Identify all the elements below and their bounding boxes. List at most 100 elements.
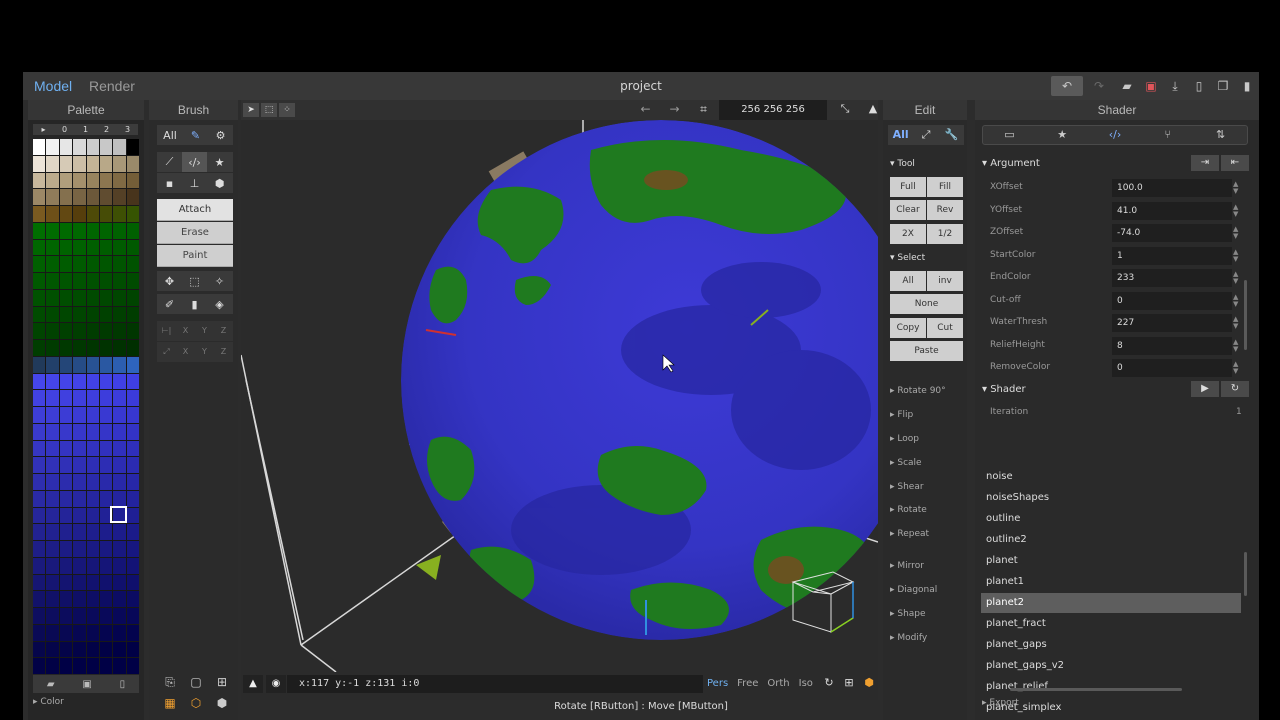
palette-swatch[interactable] [126,557,139,574]
palette-swatch[interactable] [113,608,126,624]
palette-swatch[interactable] [73,273,86,289]
palette-swatch[interactable] [99,608,113,624]
shrink-icon[interactable]: ⤡ [831,102,859,116]
palette-swatch[interactable] [113,490,126,507]
palette-swatch[interactable] [59,407,73,423]
palette-swatch[interactable] [59,490,73,507]
palette-swatch[interactable] [46,340,59,356]
palette-swatch[interactable] [33,139,46,155]
palette-swatch[interactable] [126,323,139,339]
magic-wand-icon[interactable]: ✧ [207,271,232,291]
palette-swatch[interactable] [86,273,99,289]
export-layer-icon[interactable]: ⎘ [157,675,183,690]
argument-section-toggle[interactable]: ▾ Argument [982,158,1040,169]
palette-swatch[interactable] [46,206,59,222]
palette-swatch[interactable] [46,155,59,172]
cube-icon[interactable]: ⬢ [207,173,232,193]
palette-swatch[interactable] [33,273,46,289]
rotate90-section[interactable]: ▸ Rotate 90° [890,386,946,396]
palette-swatch[interactable] [33,574,46,591]
palette-swatch[interactable] [33,490,46,507]
palette-swatch[interactable] [33,256,46,272]
palette-swatch[interactable] [99,624,113,641]
palette-swatch[interactable] [59,557,73,574]
palette-swatch[interactable] [59,641,73,658]
list-item[interactable]: planet_relief [981,677,1241,697]
palette-swatch[interactable] [86,256,99,272]
palette-swatch[interactable] [73,390,86,406]
spinner-icon[interactable]: ▲ ▼ [1233,316,1238,330]
spinner-icon[interactable]: ▲ ▼ [1233,271,1238,285]
palette-swatch[interactable] [33,206,46,222]
open-icon[interactable]: ▰ [1115,76,1139,96]
file-icon[interactable]: ▯ [120,679,126,690]
view-free[interactable]: Free [737,678,758,689]
refresh-icon[interactable]: ↻ [1221,381,1249,397]
palette-swatch[interactable] [46,423,59,440]
palette-swatch[interactable] [46,440,59,457]
cursor-icon[interactable]: ➤ [243,103,259,117]
palette-swatch[interactable] [73,356,86,373]
palette-swatch[interactable] [59,541,73,557]
palette-swatch[interactable] [73,507,86,524]
axis-expand-toggle[interactable]: ⤢ [157,342,176,362]
rotate-section[interactable]: ▸ Rotate [890,505,927,515]
palette-swatch[interactable] [86,524,99,540]
palette-swatch[interactable] [113,541,126,557]
palette-swatch[interactable] [46,222,59,239]
palette-swatch[interactable] [73,289,86,306]
palette-swatch[interactable] [59,206,73,222]
palette-swatch[interactable] [86,490,99,507]
arg-endcolor-field[interactable]: 233 [1112,269,1232,287]
import-icon[interactable]: ⇥ [1191,155,1219,171]
palette-swatch[interactable] [126,440,139,457]
shader-section-toggle[interactable]: ▾ Shader [982,384,1026,395]
palette-swatch[interactable] [46,608,59,624]
eraser-icon[interactable]: ◈ [207,294,232,314]
palette-swatch[interactable] [73,524,86,540]
model-size-readout[interactable]: 256 256 256 [719,100,827,120]
palette-selected-swatch[interactable] [110,506,127,523]
star-icon[interactable]: ★ [207,152,232,172]
redo-icon[interactable]: ↷ [1083,76,1115,96]
palette-swatch[interactable] [33,390,46,406]
palette-tab-3[interactable]: 3 [117,124,138,135]
branch-icon[interactable]: ⑂ [1141,126,1194,144]
palette-swatch[interactable] [113,423,126,440]
axis-z-toggle[interactable]: Z [214,321,233,341]
attach-button[interactable]: Attach [157,199,233,221]
palette-swatch[interactable] [59,222,73,239]
palette-swatch[interactable] [33,289,46,306]
camera-icon[interactable]: ◉ [266,675,286,693]
diagonal-section[interactable]: ▸ Diagonal [890,585,937,595]
palette-tab-1[interactable]: 1 [75,124,96,135]
palette-swatch[interactable] [46,624,59,641]
palette-swatch[interactable] [46,273,59,289]
palette-swatch[interactable] [126,289,139,306]
palette-swatch[interactable] [99,407,113,423]
palette-swatch[interactable] [113,390,126,406]
palette-swatch[interactable] [126,239,139,256]
palette-swatch[interactable] [59,306,73,323]
palette-swatch[interactable] [73,407,86,423]
palette-swatch[interactable] [33,641,46,658]
spinner-icon[interactable]: ▲ ▼ [1233,181,1238,195]
triangle-icon[interactable]: ▲ [243,675,263,693]
palette-swatch[interactable] [86,624,99,641]
palette-swatch[interactable] [73,423,86,440]
palette-swatch[interactable] [126,189,139,205]
palette-swatch[interactable] [113,474,126,490]
palette-swatch[interactable] [126,407,139,423]
palette-swatch[interactable] [86,457,99,473]
duplicate-icon[interactable]: ❐ [1211,76,1235,96]
palette-swatch[interactable] [126,624,139,641]
paste-button[interactable]: Paste [890,341,963,361]
list-item[interactable]: planet_fract [981,614,1241,634]
palette-swatch[interactable] [113,624,126,641]
palette-swatch[interactable] [99,356,113,373]
select-none-button[interactable]: None [890,294,963,314]
palette-swatch[interactable] [99,323,113,339]
palette-swatch[interactable] [99,222,113,239]
palette-swatch[interactable] [86,155,99,172]
palette-swatch[interactable] [33,658,46,674]
